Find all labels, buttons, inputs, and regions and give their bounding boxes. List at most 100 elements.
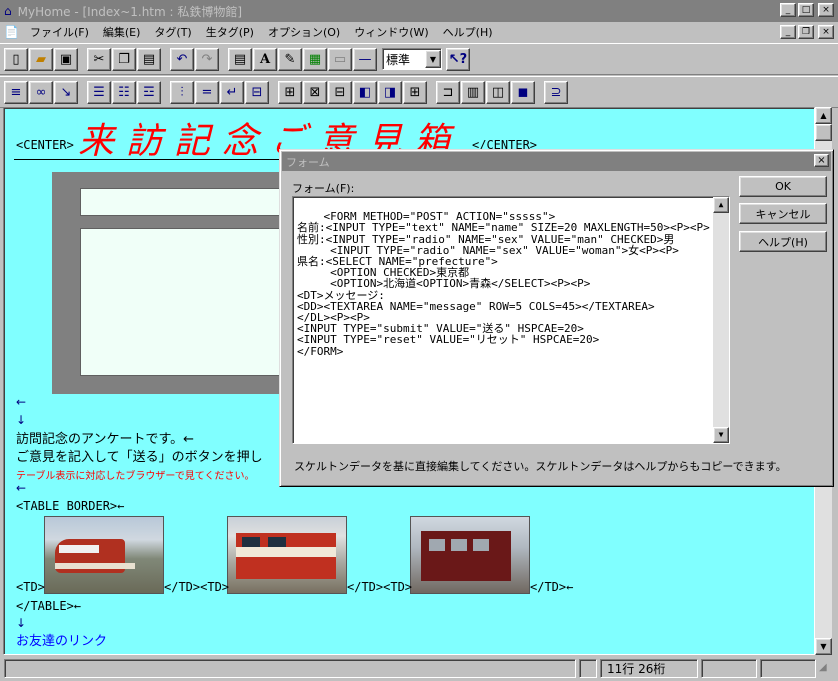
redo-icon[interactable]: ↷ xyxy=(195,47,219,71)
cursor-position: 11行 26桁 xyxy=(600,659,698,678)
table-close-tag: </TABLE>← xyxy=(16,599,82,613)
table-row-icon[interactable]: ⊟ xyxy=(328,80,352,104)
menu-raw-tag[interactable]: 生タグ(P) xyxy=(199,24,261,40)
scroll-up-button[interactable]: ▲ xyxy=(815,107,832,124)
frame-icon[interactable]: ▭ xyxy=(328,47,352,71)
mdi-restore-button[interactable]: ❐ xyxy=(798,25,814,39)
image-icon[interactable]: ▦ xyxy=(303,47,327,71)
dialog-close-button[interactable]: × xyxy=(814,154,829,167)
align-center-icon[interactable]: ≡ xyxy=(4,80,28,104)
return-mark-2: ← xyxy=(16,481,27,495)
copy-icon[interactable]: ❐ xyxy=(112,47,136,71)
table-icon[interactable]: ⊞ xyxy=(278,80,302,104)
cell-merge-icon[interactable]: ◫ xyxy=(486,80,510,104)
bullet-list-icon[interactable]: ☰ xyxy=(87,80,111,104)
mdi-minimize-button[interactable]: _ xyxy=(780,25,796,39)
style-select[interactable]: 標準 ▼ xyxy=(382,48,442,70)
menu-option[interactable]: オプション(O) xyxy=(261,24,347,40)
cell-right-icon[interactable]: ▥ xyxy=(461,80,485,104)
indent-icon[interactable]: ⫶ xyxy=(170,80,194,104)
definition-list-icon[interactable]: ☲ xyxy=(137,80,161,104)
form-code-text: <FORM METHOD="POST" ACTION="sssss"> 名前:<… xyxy=(297,210,710,358)
line-break-icon[interactable]: ↵ xyxy=(220,80,244,104)
td-tag-3: </TD><TD> xyxy=(347,580,413,594)
edit-image-icon[interactable]: ✎ xyxy=(278,47,302,71)
help-pointer-icon[interactable]: ↖? xyxy=(446,47,470,71)
menu-edit[interactable]: 編集(E) xyxy=(96,24,148,40)
td-tag-2: </TD><TD> xyxy=(164,580,230,594)
browser-notice: テーブル表示に対応したブラウザーで見てください。 xyxy=(16,471,255,482)
menu-help[interactable]: ヘルプ(H) xyxy=(436,24,500,40)
scroll-down-button[interactable]: ▼ xyxy=(815,638,832,655)
app-home-icon: ⌂ xyxy=(4,4,12,18)
chevron-down-icon[interactable]: ▼ xyxy=(425,50,441,68)
intro-text-2: ご意見を記入して「送る」のボタンを押し xyxy=(16,450,263,465)
cut-icon[interactable]: ✂ xyxy=(87,47,111,71)
menu-file[interactable]: ファイル(F) xyxy=(23,24,96,40)
cell-left-icon[interactable]: ⊐ xyxy=(436,80,460,104)
td-tag-1: <TD> xyxy=(16,580,45,594)
form-label: フォーム(F): xyxy=(292,182,355,195)
paragraph-mark: ↓ xyxy=(16,413,27,427)
paragraph-icon[interactable]: = xyxy=(195,80,219,104)
paragraph-mark-2: ↓ xyxy=(16,616,27,630)
table-caption-icon[interactable]: ⊞ xyxy=(403,80,427,104)
intro-text-1: 訪問記念のアンケートです。← xyxy=(16,432,195,447)
dialog-hint: スケルトンデータを基に直接編集してください。スケルトンデータはヘルプからもコピー… xyxy=(294,460,787,473)
help-button[interactable]: ヘルプ(H) xyxy=(739,231,827,252)
save-icon[interactable]: ▣ xyxy=(54,47,78,71)
friend-link[interactable]: お友達のリンク xyxy=(16,630,107,649)
status-panel-main xyxy=(4,659,576,678)
style-select-value: 標準 xyxy=(386,52,411,67)
table-border-tag: <TABLE BORDER>← xyxy=(16,499,125,513)
ok-button[interactable]: OK xyxy=(739,176,827,197)
menu-bar: 📄 ファイル(F) 編集(E) タグ(T) 生タグ(P) オプション(O) ウィ… xyxy=(0,22,838,42)
font-icon[interactable]: A xyxy=(253,47,277,71)
standard-toolbar: ▯ ▰ ▣ ✂ ❐ ▤ ↶ ↷ ▤ A ✎ ▦ ▭ — 標準 ▼ ↖? xyxy=(0,43,838,75)
scroll-thumb[interactable] xyxy=(815,124,832,141)
heading-rule xyxy=(14,159,284,160)
link-icon[interactable]: ∞ xyxy=(29,80,53,104)
train-photo-3 xyxy=(410,516,530,594)
dialog-title-bar: フォーム × xyxy=(282,152,831,171)
hr-icon[interactable]: — xyxy=(353,47,377,71)
form-dialog: フォーム × フォーム(F): <FORM METHOD="POST" ACTI… xyxy=(279,149,834,487)
status-panel-3 xyxy=(701,659,757,678)
menu-window[interactable]: ウィンドウ(W) xyxy=(347,24,435,40)
minimize-button[interactable]: _ xyxy=(780,3,796,17)
window-title: MyHome - [Index~1.htm : 私鉄博物館] xyxy=(17,4,243,19)
title-bar: ⌂ MyHome - [Index~1.htm : 私鉄博物館] _ □ × xyxy=(0,0,838,22)
table-cell-header-icon[interactable]: ◨ xyxy=(378,80,402,104)
arrow-down-right-icon[interactable]: ↘ xyxy=(54,80,78,104)
status-bar: 11行 26桁 ◢ xyxy=(0,656,838,681)
menu-tag[interactable]: タグ(T) xyxy=(147,24,198,40)
table-cell-icon[interactable]: ◧ xyxy=(353,80,377,104)
status-panel-4 xyxy=(760,659,816,678)
cell-fill-icon[interactable]: ◼ xyxy=(511,80,535,104)
close-button[interactable]: × xyxy=(818,3,834,17)
cancel-button[interactable]: キャンセル xyxy=(739,203,827,224)
td-tag-4: </TD>← xyxy=(530,580,574,594)
status-panel-mode xyxy=(579,659,597,678)
document-icon[interactable]: 📄 xyxy=(4,25,19,39)
preview-icon[interactable]: ⊇ xyxy=(544,80,568,104)
page-icon[interactable]: ▤ xyxy=(228,47,252,71)
maximize-button[interactable]: □ xyxy=(798,3,814,17)
table-header-icon[interactable]: ⊠ xyxy=(303,80,327,104)
format-toolbar: ≡ ∞ ↘ ☰ ☷ ☲ ⫶ = ↵ ⊟ ⊞ ⊠ ⊟ ◧ ◨ ⊞ ⊐ ▥ ◫ ◼ … xyxy=(0,76,838,108)
paste-icon[interactable]: ▤ xyxy=(137,47,161,71)
new-file-icon[interactable]: ▯ xyxy=(4,47,28,71)
mdi-close-button[interactable]: × xyxy=(818,25,834,39)
form-code-textarea[interactable]: <FORM METHOD="POST" ACTION="sssss"> 名前:<… xyxy=(292,196,730,444)
center-open-tag: <CENTER> xyxy=(16,138,74,152)
open-folder-icon[interactable]: ▰ xyxy=(29,47,53,71)
resize-grip-icon[interactable]: ◢ xyxy=(819,662,833,676)
numbered-list-icon[interactable]: ☷ xyxy=(112,80,136,104)
code-scroll-down[interactable]: ▼ xyxy=(713,427,729,443)
image-placeholder xyxy=(52,172,320,394)
undo-icon[interactable]: ↶ xyxy=(170,47,194,71)
code-scrollbar[interactable]: ▲ ▼ xyxy=(713,197,729,443)
dialog-title: フォーム xyxy=(286,155,330,169)
form-icon[interactable]: ⊟ xyxy=(245,80,269,104)
code-scroll-up[interactable]: ▲ xyxy=(713,197,729,213)
